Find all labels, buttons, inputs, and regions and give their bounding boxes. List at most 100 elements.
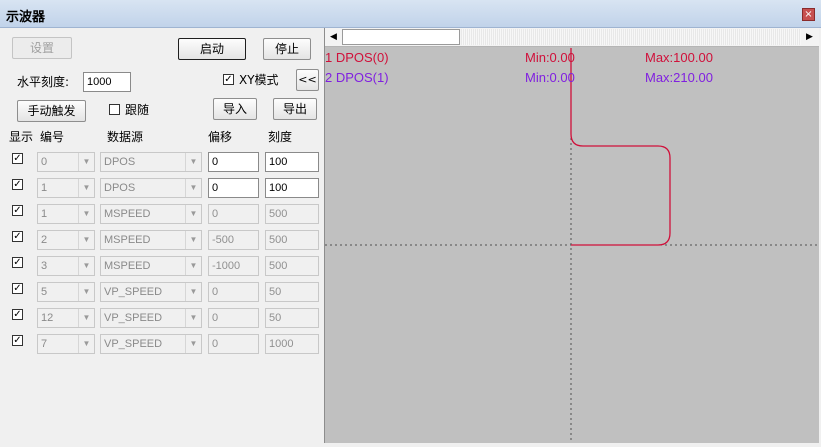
manual-trigger-button[interactable]: 手动触发 (17, 100, 86, 122)
id-value: 2 (41, 234, 48, 246)
id-select[interactable]: 5 ▼ (37, 282, 95, 302)
scale-input[interactable]: 50 (265, 282, 319, 302)
checkmark-icon: ✓ (13, 231, 22, 242)
follow-checkbox[interactable] (109, 104, 120, 115)
show-checkbox[interactable]: ✓ (12, 335, 23, 346)
start-button[interactable]: 启动 (178, 38, 246, 60)
id-value: 7 (41, 338, 48, 350)
source-select[interactable]: DPOS ▼ (100, 152, 202, 172)
show-checkbox[interactable]: ✓ (12, 231, 23, 242)
offset-input[interactable]: -500 (208, 230, 259, 250)
xy-mode-label: XY模式 (239, 73, 279, 87)
scale-input[interactable]: 500 (265, 230, 319, 250)
offset-input[interactable]: 0 (208, 152, 259, 172)
stop-button[interactable]: 停止 (263, 38, 311, 60)
channel1-name: 1 DPOS(0) (325, 50, 389, 65)
chevron-down-icon: ▼ (78, 179, 94, 197)
channel2-min: Min:0.00 (525, 70, 575, 85)
id-value: 1 (41, 182, 48, 194)
xy-mode-checkbox[interactable]: ✓ (223, 74, 234, 85)
source-value: MSPEED (104, 260, 151, 272)
export-button[interactable]: 导出 (273, 98, 317, 120)
checkmark-icon: ✓ (13, 179, 22, 190)
channel1-min: Min:0.00 (525, 50, 575, 65)
hscale-label: 水平刻度: (17, 75, 70, 89)
source-value: VP_SPEED (104, 312, 163, 324)
id-value: 5 (41, 286, 48, 298)
id-select[interactable]: 7 ▼ (37, 334, 95, 354)
source-value: DPOS (104, 182, 136, 194)
chevron-down-icon: ▼ (185, 179, 201, 197)
channel2-max: Max:210.00 (645, 70, 713, 85)
source-value: VP_SPEED (104, 338, 163, 350)
checkmark-icon: ✓ (13, 335, 22, 346)
source-select[interactable]: VP_SPEED ▼ (100, 308, 202, 328)
id-value: 12 (41, 312, 54, 324)
id-select[interactable]: 0 ▼ (37, 152, 95, 172)
window-title: 示波器 (6, 10, 46, 25)
close-icon: × (804, 9, 813, 20)
collapse-button[interactable]: << (296, 69, 319, 91)
source-select[interactable]: DPOS ▼ (100, 178, 202, 198)
offset-input[interactable]: -1000 (208, 256, 259, 276)
show-checkbox[interactable]: ✓ (12, 257, 23, 268)
offset-input[interactable]: 0 (208, 204, 259, 224)
channel2-name: 2 DPOS(1) (325, 70, 389, 85)
id-value: 3 (41, 260, 48, 272)
chevron-down-icon: ▼ (185, 205, 201, 223)
close-button[interactable]: × (802, 8, 815, 21)
id-select[interactable]: 1 ▼ (37, 204, 95, 224)
settings-button[interactable]: 设置 (12, 37, 72, 59)
source-value: MSPEED (104, 208, 151, 220)
offset-input[interactable]: 0 (208, 282, 259, 302)
show-checkbox[interactable]: ✓ (12, 179, 23, 190)
chevron-down-icon: ▼ (185, 335, 201, 353)
scale-input[interactable]: 1000 (265, 334, 319, 354)
offset-input[interactable]: 0 (208, 178, 259, 198)
scale-input[interactable]: 500 (265, 204, 319, 224)
show-checkbox[interactable]: ✓ (12, 153, 23, 164)
scale-input[interactable]: 500 (265, 256, 319, 276)
chevron-down-icon: ▼ (185, 283, 201, 301)
show-checkbox[interactable]: ✓ (12, 205, 23, 216)
chevron-down-icon: ▼ (185, 153, 201, 171)
chevron-down-icon: ▼ (78, 335, 94, 353)
show-checkbox[interactable]: ✓ (12, 283, 23, 294)
header-id: 编号 (40, 130, 65, 144)
offset-input[interactable]: 0 (208, 334, 259, 354)
header-offset: 偏移 (208, 130, 233, 144)
id-select[interactable]: 2 ▼ (37, 230, 95, 250)
checkmark-icon: ✓ (224, 74, 233, 85)
scale-input[interactable]: 100 (265, 152, 319, 172)
chevron-down-icon: ▼ (78, 283, 94, 301)
source-select[interactable]: MSPEED ▼ (100, 204, 202, 224)
id-select[interactable]: 12 ▼ (37, 308, 95, 328)
chevron-down-icon: ▼ (78, 257, 94, 275)
chevron-down-icon: ▼ (185, 257, 201, 275)
checkmark-icon: ✓ (13, 283, 22, 294)
chevron-down-icon: ▼ (78, 309, 94, 327)
scale-input[interactable]: 100 (265, 178, 319, 198)
id-value: 1 (41, 208, 48, 220)
source-value: MSPEED (104, 234, 151, 246)
scope-display[interactable]: ◀ ▶ 1 DPOS(0) Min:0.00 Max:100.00 2 DPOS… (324, 28, 819, 443)
id-select[interactable]: 3 ▼ (37, 256, 95, 276)
id-value: 0 (41, 156, 48, 168)
checkmark-icon: ✓ (13, 153, 22, 164)
channel1-max: Max:100.00 (645, 50, 713, 65)
show-checkbox[interactable]: ✓ (12, 309, 23, 320)
chevron-down-icon: ▼ (185, 231, 201, 249)
checkmark-icon: ✓ (13, 309, 22, 320)
scale-input[interactable]: 50 (265, 308, 319, 328)
source-select[interactable]: VP_SPEED ▼ (100, 282, 202, 302)
offset-input[interactable]: 0 (208, 308, 259, 328)
hscale-input[interactable]: 1000 (83, 72, 131, 92)
id-select[interactable]: 1 ▼ (37, 178, 95, 198)
source-value: VP_SPEED (104, 286, 163, 298)
import-button[interactable]: 导入 (213, 98, 257, 120)
source-select[interactable]: VP_SPEED ▼ (100, 334, 202, 354)
chevron-down-icon: ▼ (78, 231, 94, 249)
source-select[interactable]: MSPEED ▼ (100, 230, 202, 250)
header-show: 显示 (9, 130, 34, 144)
source-select[interactable]: MSPEED ▼ (100, 256, 202, 276)
